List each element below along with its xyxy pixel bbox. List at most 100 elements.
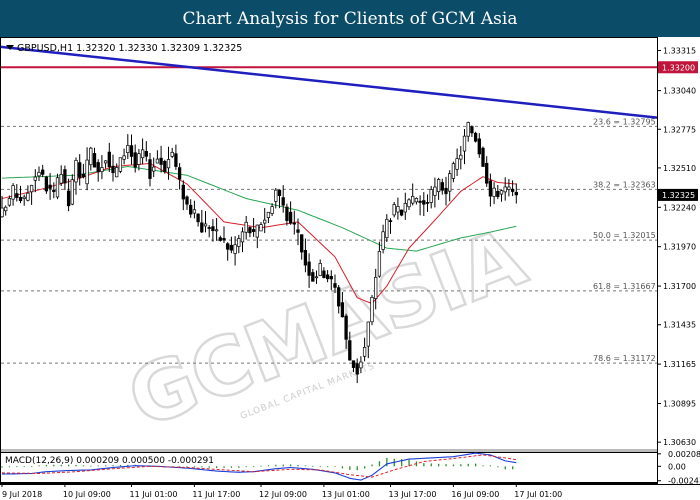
price-tick-label-4: 1.32240 [663,203,696,212]
macd-histogram-bar [349,466,351,470]
candle-body [7,198,12,206]
candle-body [155,158,160,164]
candle-body [399,209,404,216]
candle-body [514,191,518,196]
candle-body [325,274,330,280]
macd-tick-label-0: 0.00208 [668,450,700,459]
candle-body [240,231,245,243]
candle-body [255,224,259,238]
macd-histogram-bar [467,463,469,467]
candle-body [177,167,182,180]
candle-body [78,162,82,178]
macd-histogram-bar [275,464,277,467]
candle-body [207,227,211,229]
fib-label-2: 50.0 = 1.32015 [593,231,656,240]
candle-body [462,135,467,152]
macd-histogram-bar [223,466,225,468]
candle-body [340,302,345,318]
candle-body [318,263,322,276]
macd-histogram-bar [452,464,455,467]
time-tick-label-1: 10 Jul 09:00 [63,490,111,499]
candle-body [63,169,67,184]
candle-body [329,276,333,280]
candle-body [214,229,219,232]
candle-body [355,363,359,375]
time-tick-label-4: 12 Jul 09:00 [259,490,307,499]
candle-body [122,155,126,160]
macd-histogram-bar [334,466,336,468]
candle-body [52,189,56,192]
candle-body [351,360,356,368]
macd-histogram-bar [504,466,506,470]
macd-histogram-bar [260,465,262,467]
time-axis: 9 Jul 2018 10 Jul 09:00 11 Jul 01:00 11 Jul… [1,483,562,499]
macd-histogram-bar [253,466,255,468]
candle-body [374,276,378,299]
macd-histogram-bar [497,466,499,468]
candle-body [70,179,74,205]
candle-body [55,177,60,198]
macd-axis: 0.00208 0.00 -0.00241 [657,450,700,486]
macd-histogram-bar [290,464,292,467]
candle-body [218,237,222,241]
macd-histogram-bar [186,466,188,468]
candle-body [0,207,4,218]
macd-histogram-bar [216,466,218,468]
macd-histogram-bar [193,466,196,468]
time-tick-label-8: 17 Jul 01:00 [514,490,562,499]
macd-histogram-bar [378,461,381,467]
candle-body [118,157,123,172]
candle-body [196,213,200,223]
candle-body [473,132,478,142]
macd-histogram-bar [341,466,344,469]
candle-body [251,229,256,232]
fib-label-4: 78.6 = 1.31172 [593,354,656,363]
candle-body [4,206,8,212]
candle-body [81,173,86,178]
price-tick-label-6: 1.31700 [663,282,696,291]
candle-body [163,160,167,173]
candle-body [492,187,496,197]
candle-body [137,153,141,165]
time-tick-label-5: 13 Jul 01:00 [322,490,370,499]
candle-body [85,159,89,185]
macd-histogram-bar [208,466,210,468]
candle-body [503,186,507,193]
candle-body [281,197,285,206]
candle-body [22,196,26,199]
candle-body [455,158,459,170]
macd-histogram-bar [16,466,18,468]
candle-body [300,234,304,253]
candle-body [159,157,163,165]
candle-body [33,176,37,181]
candle-body [444,187,448,195]
macd-histogram-bar [489,465,492,467]
time-tick-label-2: 11 Jul 01:00 [130,490,178,499]
candle-body [496,190,500,197]
candle-body [185,196,189,205]
candle-body [229,244,234,251]
symbol-header: GBPUSD,H1 1.32320 1.32330 1.32309 1.3232… [17,43,242,54]
candle-body [433,186,437,196]
candle-body [126,145,130,154]
panel-separator [1,449,657,452]
macd-tick-label-1: 0.00 [668,462,686,471]
candle-body [26,192,30,201]
candle-body [244,221,248,233]
main-chart-header: GBPUSD,H1 1.32320 1.32330 1.32309 1.3232… [6,43,242,54]
candle-body [270,206,274,214]
macd-histogram-bar [282,464,284,467]
macd-histogram-bar [245,466,247,468]
candle-body [211,226,215,232]
macd-histogram-bar [460,464,462,467]
candle-body [274,189,278,202]
candle-body [429,189,433,203]
candle-body [466,122,470,137]
macd-histogram-bar [364,466,366,469]
candle-body [362,347,367,357]
candle-body [103,160,108,164]
candle-body [488,180,493,197]
candle-body [288,211,293,224]
candle-body [277,189,282,196]
price-tick-label-10: 1.30630 [663,438,696,447]
